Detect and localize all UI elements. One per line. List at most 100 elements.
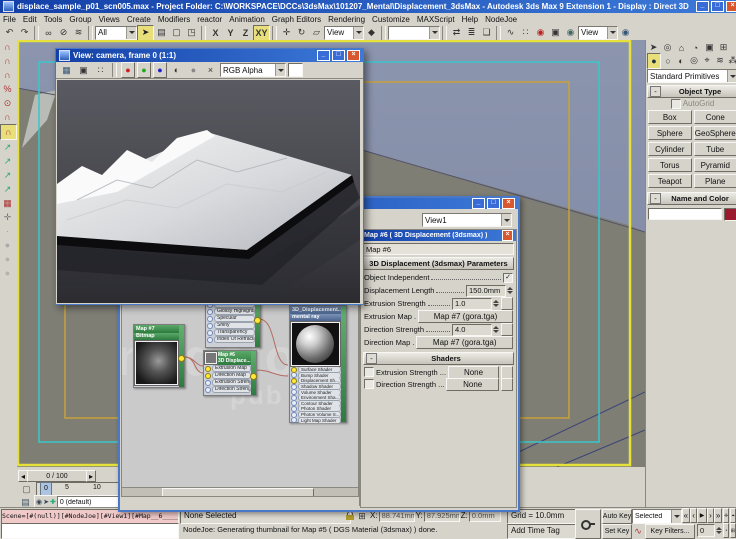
- material-name-field[interactable]: Map #6: [363, 243, 514, 255]
- maximize-button[interactable]: □: [332, 50, 345, 61]
- background-color-swatch[interactable]: [288, 63, 303, 77]
- tube-button[interactable]: Tube: [694, 142, 736, 156]
- direction-strength-field[interactable]: 4.0: [452, 324, 492, 336]
- menu-reactor[interactable]: reactor: [197, 15, 222, 24]
- menu-customize[interactable]: Customize: [372, 15, 410, 24]
- time-slider[interactable]: 0 / 100: [27, 470, 87, 482]
- cursor-icon[interactable]: ➤: [43, 498, 49, 506]
- save-image-icon[interactable]: ▦: [59, 63, 74, 77]
- menu-views[interactable]: Views: [99, 15, 120, 24]
- undo-icon[interactable]: ↶: [2, 26, 17, 40]
- displacement-parameters-dialog[interactable]: Map #6 ( 3D Displacement (3dsmax) ) × Ma…: [360, 229, 517, 508]
- select-link-icon[interactable]: ∞: [41, 26, 56, 40]
- select-scale-icon[interactable]: ▱: [309, 26, 324, 40]
- key-mode-dropdown[interactable]: Selected: [632, 509, 682, 524]
- shader-direction-none-button[interactable]: None: [446, 378, 499, 391]
- current-frame-field[interactable]: 0: [697, 524, 715, 537]
- layer-manager-icon[interactable]: ❏: [479, 26, 494, 40]
- key-filters-button[interactable]: Key Filters...: [645, 524, 695, 539]
- box-button[interactable]: Box: [648, 110, 692, 124]
- render-scene-icon[interactable]: ▣: [548, 26, 563, 40]
- selection-filter-dropdown[interactable]: All: [95, 26, 137, 40]
- render-frame-window[interactable]: View: camera, frame 0 (1:1) _ □ × ▦ ▣ ∷ …: [55, 48, 364, 305]
- axis-constraint-xy-icon[interactable]: ↗: [0, 182, 15, 196]
- node-output-bar[interactable]: [255, 301, 260, 347]
- snap-ky-icon[interactable]: ∩: [0, 110, 15, 124]
- arc-rotate-icon[interactable]: ◔: [723, 523, 729, 538]
- extrusion-strength-shader-button[interactable]: [501, 297, 513, 310]
- pyramid-button[interactable]: Pyramid: [694, 158, 736, 172]
- minimize-button[interactable]: _: [696, 1, 709, 12]
- axis-z-button[interactable]: Z: [238, 26, 253, 40]
- monochrome-icon[interactable]: ◐: [169, 63, 184, 77]
- render-window-titlebar[interactable]: View: camera, frame 0 (1:1) _ □ ×: [56, 49, 363, 62]
- grid-snap-icon[interactable]: ▦: [0, 196, 15, 210]
- snap-3d-icon[interactable]: ∩: [0, 68, 15, 82]
- alpha-channel-icon[interactable]: ●: [186, 63, 201, 77]
- axis-y-button[interactable]: Y: [223, 26, 238, 40]
- category-geometry-icon[interactable]: ●: [647, 53, 661, 69]
- axis-xy-button[interactable]: XY: [253, 25, 270, 41]
- add-time-tag[interactable]: Add Time Tag: [507, 524, 579, 539]
- axis-constraint-x-icon[interactable]: ↗: [0, 140, 15, 154]
- menu-file[interactable]: File: [3, 15, 16, 24]
- primitive-category-dropdown[interactable]: Standard Primitives: [647, 69, 736, 83]
- minimize-button[interactable]: _: [472, 198, 485, 209]
- teapot-button[interactable]: Teapot: [648, 174, 692, 188]
- curve-editor-icon[interactable]: ∿: [503, 26, 518, 40]
- close-button[interactable]: ×: [726, 1, 736, 12]
- selection-region-icon[interactable]: ▢: [169, 26, 184, 40]
- current-frame-marker[interactable]: 0: [40, 482, 52, 496]
- maxscript-listener-input[interactable]: [1, 523, 179, 539]
- axis-x-button[interactable]: X: [208, 26, 223, 40]
- shader-direction-extra-button[interactable]: [501, 378, 513, 391]
- auto-key-button[interactable]: Auto Key: [602, 509, 632, 524]
- next-frame-button[interactable]: ›: [707, 508, 715, 523]
- maximize-button[interactable]: □: [487, 198, 500, 209]
- menu-rendering[interactable]: Rendering: [328, 15, 365, 24]
- menu-graph-editors[interactable]: Graph Editors: [272, 15, 321, 24]
- bind-spacewarp-icon[interactable]: ≋: [71, 26, 86, 40]
- canvas-hscrollbar[interactable]: [122, 487, 358, 496]
- previous-frame-button[interactable]: ‹: [690, 508, 698, 523]
- close-button[interactable]: ×: [347, 50, 360, 61]
- shader-direction-checkbox[interactable]: [364, 379, 374, 389]
- view-selector-dropdown[interactable]: View1: [422, 213, 512, 227]
- spinner[interactable]: [492, 300, 499, 307]
- snap-toggle-active-icon[interactable]: ∩: [0, 124, 17, 140]
- direction-strength-shader-button[interactable]: [501, 323, 513, 336]
- named-selection-dropdown[interactable]: [388, 26, 440, 40]
- map6-displace-node[interactable]: Map #6 3D Displace... Extrusion Map Dire…: [203, 350, 257, 396]
- maximize-button[interactable]: □: [711, 1, 724, 12]
- copy-image-icon[interactable]: ∷: [93, 63, 108, 77]
- red-channel-icon[interactable]: ●: [121, 62, 135, 78]
- main-titlebar[interactable]: displace_sample_p01_scn005.max - Project…: [0, 0, 736, 13]
- use-pivot-icon[interactable]: ◆: [364, 26, 379, 40]
- select-rotate-icon[interactable]: ↻: [294, 26, 309, 40]
- manip-mode-icon[interactable]: ✛: [0, 210, 15, 224]
- select-object-icon[interactable]: ➤: [137, 25, 154, 41]
- category-helpers-icon[interactable]: ⌖: [701, 54, 713, 68]
- object-name-field[interactable]: [648, 208, 722, 220]
- menu-group[interactable]: Group: [69, 15, 91, 24]
- menu-create[interactable]: Create: [127, 15, 151, 24]
- blue-channel-icon[interactable]: ●: [153, 62, 167, 78]
- axis-constraint-y-icon[interactable]: ↗: [0, 154, 15, 168]
- object-type-rollout[interactable]: -Object Type: [647, 85, 736, 98]
- align-icon[interactable]: ≣: [464, 26, 479, 40]
- sphere-button[interactable]: Sphere: [648, 126, 692, 140]
- menu-maxscript[interactable]: MAXScript: [417, 15, 455, 24]
- go-to-start-button[interactable]: «: [682, 508, 690, 523]
- autogrid-checkbox[interactable]: [671, 99, 681, 109]
- close-button[interactable]: ×: [502, 198, 515, 209]
- spinner-snap-icon[interactable]: ⊙: [0, 96, 15, 110]
- name-color-rollout[interactable]: -Name and Color: [647, 192, 736, 205]
- menu-help[interactable]: Help: [462, 15, 478, 24]
- reference-coordinate-dropdown[interactable]: View: [324, 26, 364, 40]
- category-cameras-icon[interactable]: ◎: [688, 54, 700, 68]
- close-icon[interactable]: ×: [502, 230, 513, 241]
- redo-icon[interactable]: ↷: [17, 26, 32, 40]
- render-type-dropdown[interactable]: View: [578, 26, 618, 40]
- shader-extrusion-checkbox[interactable]: [364, 367, 374, 377]
- clone-window-icon[interactable]: ▣: [76, 63, 91, 77]
